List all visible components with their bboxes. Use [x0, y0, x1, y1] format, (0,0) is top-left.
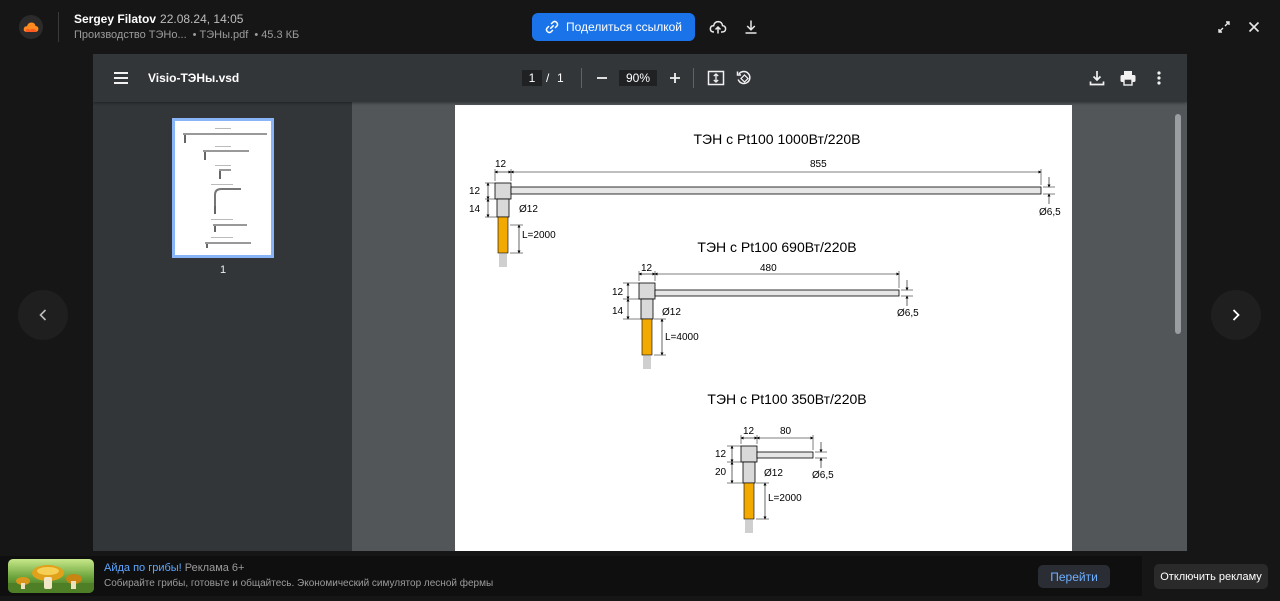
heater-2-drawing: ТЭН с Pt100 690Вт/220В 12 480 12 14 Ø12: [612, 239, 919, 369]
heater-1-dim-tube-diameter: Ø6,5: [1039, 207, 1061, 218]
zoom-in-icon[interactable]: [663, 66, 687, 90]
previous-file-button[interactable]: [18, 290, 68, 340]
heater-1-dim-lead: L=2000: [522, 230, 556, 241]
fullscreen-icon[interactable]: [1212, 15, 1236, 39]
document-page: ТЭН с Pt100 1000Вт/220В 12 855 12 14 Ø12: [455, 105, 1072, 551]
header-divider: [58, 12, 59, 42]
viewer-toolbar: Visio-ТЭНы.vsd 1 / 1 90%: [93, 54, 1187, 102]
ad-title[interactable]: Айда по грибы!: [104, 562, 182, 574]
heater-1-dim-length: 855: [810, 159, 827, 170]
viewer-download-icon[interactable]: [1085, 66, 1109, 90]
heater-3-title: ТЭН с Pt100 350Вт/220В: [707, 391, 866, 407]
file-owner: Sergey Filatov 22.08.24, 14:05: [74, 12, 243, 26]
heater-3-dim-lead: L=2000: [768, 493, 802, 504]
heater-3-dim-neck-diameter: Ø12: [764, 468, 783, 479]
heater-1-dim-neck-diameter: Ø12: [519, 204, 538, 215]
heater-1-dim-head: 12: [495, 159, 507, 170]
upload-to-cloud-icon[interactable]: [706, 15, 730, 39]
heater-3-dim-head: 12: [743, 426, 755, 437]
mushroom-illustration: [8, 565, 94, 593]
breadcrumb-dot: •: [254, 29, 259, 41]
chevron-right-icon: [1232, 309, 1240, 321]
share-link-button[interactable]: Поделиться ссылкой: [532, 13, 695, 41]
close-icon[interactable]: [1242, 15, 1266, 39]
heater-2-dim-height: 12: [612, 287, 624, 298]
ad-go-button[interactable]: Перейти: [1038, 565, 1110, 588]
heater-3-dim-length: 80: [780, 426, 792, 437]
menu-icon[interactable]: [111, 68, 131, 88]
thumbnail-page-number: 1: [219, 264, 227, 276]
heater-1-dim-height: 12: [469, 186, 481, 197]
page-thumbnail[interactable]: [172, 118, 274, 258]
technical-drawing: ТЭН с Pt100 1000Вт/220В 12 855 12 14 Ø12: [469, 131, 1061, 533]
fit-page-icon[interactable]: [704, 66, 728, 90]
toolbar-divider: [581, 68, 582, 88]
breadcrumb-file: ТЭНы.pdf: [199, 29, 249, 41]
ad-banner[interactable]: Айда по грибы! Реклама 6+ Собирайте грибы…: [0, 556, 1142, 596]
heater-2-dim-neck-diameter: Ø12: [662, 307, 681, 318]
cloud-logo-icon[interactable]: [19, 15, 43, 39]
page-thumbnail-preview: [183, 128, 267, 248]
top-bar: Sergey Filatov 22.08.24, 14:05 Производст…: [0, 0, 1280, 54]
download-icon[interactable]: [739, 15, 763, 39]
breadcrumb: Производство ТЭНо... • ТЭНы.pdf • 45.3 КБ: [74, 29, 299, 41]
page-total: 1: [557, 71, 564, 85]
heater-2-dim-neck: 14: [612, 306, 624, 317]
ad-title-line: Айда по грибы! Реклама 6+: [104, 562, 244, 574]
heater-3-drawing: ТЭН с Pt100 350Вт/220В 12 80 12 20 Ø12 Ø…: [707, 391, 867, 533]
owner-name: Sergey Filatov: [74, 12, 157, 26]
breadcrumb-folder[interactable]: Производство ТЭНо...: [74, 29, 187, 41]
share-link-label: Поделиться ссылкой: [566, 20, 682, 34]
heater-1-dim-neck: 14: [469, 204, 481, 215]
ad-description: Собирайте грибы, готовьте и общайтесь. Э…: [104, 578, 494, 589]
zoom-out-icon[interactable]: [590, 66, 614, 90]
heater-2-dim-lead: L=4000: [665, 332, 699, 343]
page-scrollbar[interactable]: [1175, 114, 1181, 334]
more-options-icon[interactable]: [1147, 66, 1171, 90]
zoom-level-input[interactable]: 90%: [619, 70, 657, 86]
heater-3-dim-tube-diameter: Ø6,5: [812, 470, 834, 481]
ad-age-label: Реклама 6+: [184, 562, 245, 574]
heater-2-dim-length: 480: [760, 263, 777, 274]
heater-2-dim-tube-diameter: Ø6,5: [897, 308, 919, 319]
document-title: Visio-ТЭНы.vsd: [148, 71, 240, 85]
toolbar-divider: [693, 68, 694, 88]
page-separator: /: [546, 71, 550, 85]
ad-image[interactable]: [8, 559, 94, 593]
rotate-icon[interactable]: [732, 66, 756, 90]
thumbnail-sidebar: 1: [93, 102, 352, 551]
file-size: 45.3 КБ: [261, 29, 300, 41]
heater-3-dim-neck: 20: [715, 467, 727, 478]
pdf-viewer: Visio-ТЭНы.vsd 1 / 1 90% 1 ТЭН с Pt100 1…: [93, 54, 1187, 551]
heater-3-dim-height: 12: [715, 449, 727, 460]
disable-ads-button[interactable]: Отключить рекламу: [1154, 564, 1268, 589]
print-icon[interactable]: [1116, 66, 1140, 90]
heater-2-title: ТЭН с Pt100 690Вт/220В: [697, 239, 856, 255]
page-number-input[interactable]: 1: [522, 70, 542, 86]
chevron-left-icon: [39, 309, 47, 321]
file-date: 22.08.24, 14:05: [160, 12, 244, 26]
link-icon: [545, 20, 559, 34]
heater-2-dim-head: 12: [641, 263, 653, 274]
breadcrumb-dot: •: [192, 29, 197, 41]
next-file-button[interactable]: [1211, 290, 1261, 340]
heater-1-title: ТЭН с Pt100 1000Вт/220В: [694, 131, 861, 147]
